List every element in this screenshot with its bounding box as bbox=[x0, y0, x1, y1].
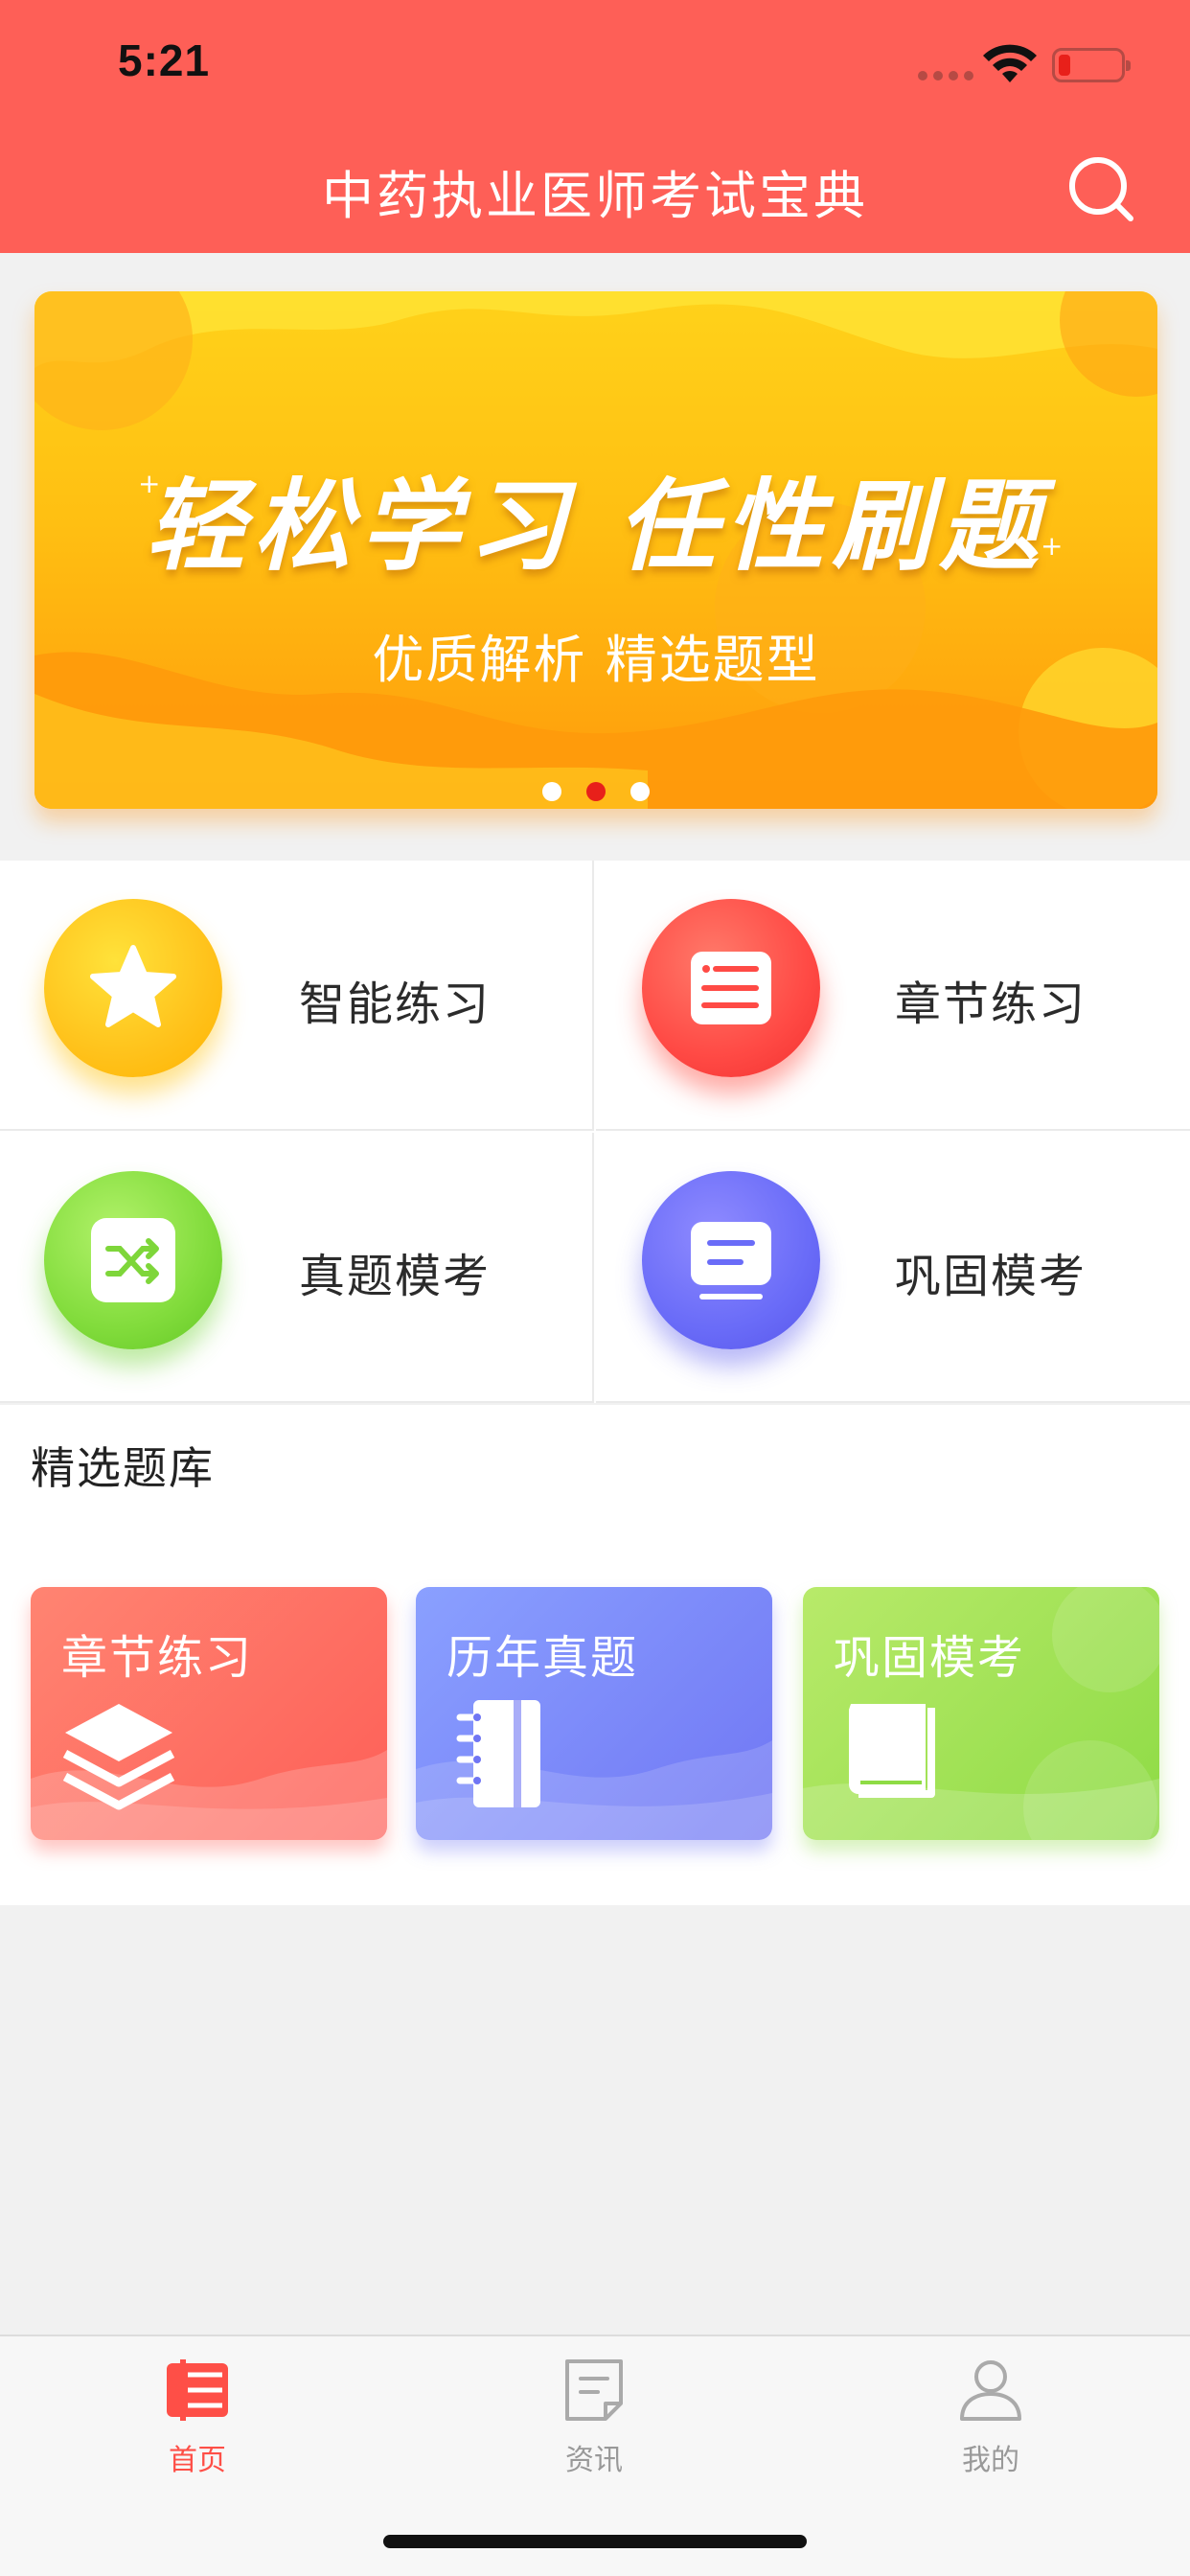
shuffle-icon bbox=[44, 1171, 222, 1349]
carousel-dot[interactable] bbox=[630, 782, 650, 801]
feature-label: 智能练习 bbox=[299, 978, 492, 1031]
feature-real-exam-mock[interactable]: 真题模考 bbox=[0, 1133, 594, 1403]
feature-label: 真题模考 bbox=[299, 1250, 492, 1303]
feature-consolidate-mock[interactable]: 巩固模考 bbox=[596, 1133, 1190, 1403]
home-list-icon bbox=[167, 2359, 228, 2421]
tab-news[interactable]: 资讯 bbox=[498, 2356, 690, 2499]
carousel-dots[interactable] bbox=[34, 782, 1157, 801]
bank-card-consolidate[interactable]: 巩固模考 bbox=[803, 1587, 1159, 1840]
wifi-icon bbox=[983, 44, 1037, 82]
document-icon bbox=[642, 899, 820, 1077]
feature-grid: 智能练习 章节练习 真题模考 巩固模考 bbox=[0, 861, 1190, 1403]
book-icon bbox=[849, 1704, 935, 1798]
banner-subtitle: 优质解析 精选题型 bbox=[372, 630, 820, 690]
bank-card-past-exams[interactable]: 历年真题 bbox=[416, 1587, 772, 1840]
person-icon bbox=[960, 2360, 1021, 2421]
search-icon[interactable] bbox=[1065, 153, 1136, 224]
feature-label: 章节练习 bbox=[895, 978, 1087, 1031]
card-label: 历年真题 bbox=[446, 1631, 639, 1685]
bank-card-chapter[interactable]: 章节练习 bbox=[31, 1587, 387, 1840]
notebook-icon bbox=[456, 1700, 540, 1807]
carousel-dot[interactable] bbox=[542, 782, 561, 801]
status-time: 5:21 bbox=[118, 35, 211, 85]
tab-label: 首页 bbox=[169, 2444, 226, 2477]
battery-icon bbox=[1052, 48, 1131, 82]
selected-bank-section: 精选题库 章节练习 历年真题 巩固模考 bbox=[0, 1405, 1190, 1905]
card-label: 章节练习 bbox=[61, 1631, 254, 1685]
feature-smart-practice[interactable]: 智能练习 bbox=[0, 861, 594, 1131]
banner-section: + + 轻松学习 任性刷题 优质解析 精选题型 bbox=[0, 253, 1190, 861]
carousel-dot-active[interactable] bbox=[586, 782, 606, 801]
card-label: 巩固模考 bbox=[834, 1631, 1026, 1685]
tab-home[interactable]: 首页 bbox=[102, 2356, 293, 2499]
app-header: 5:21 中药执业医师考试宝典 bbox=[0, 0, 1190, 253]
tab-label: 我的 bbox=[962, 2444, 1019, 2477]
tab-label: 资讯 bbox=[565, 2444, 623, 2477]
home-indicator[interactable] bbox=[383, 2535, 807, 2548]
star-icon bbox=[44, 899, 222, 1077]
tab-mine[interactable]: 我的 bbox=[895, 2356, 1087, 2499]
news-icon bbox=[565, 2359, 623, 2421]
board-icon bbox=[642, 1171, 820, 1349]
section-title: 精选题库 bbox=[31, 1442, 215, 1494]
page-title: 中药执业医师考试宝典 bbox=[322, 166, 868, 226]
cellular-signal-icon bbox=[918, 71, 973, 80]
promo-banner[interactable]: + + 轻松学习 任性刷题 优质解析 精选题型 bbox=[34, 291, 1157, 809]
layers-icon bbox=[62, 1704, 175, 1810]
banner-headline: 轻松学习 任性刷题 bbox=[145, 468, 1047, 585]
feature-chapter-practice[interactable]: 章节练习 bbox=[596, 861, 1190, 1131]
feature-label: 巩固模考 bbox=[895, 1250, 1087, 1303]
